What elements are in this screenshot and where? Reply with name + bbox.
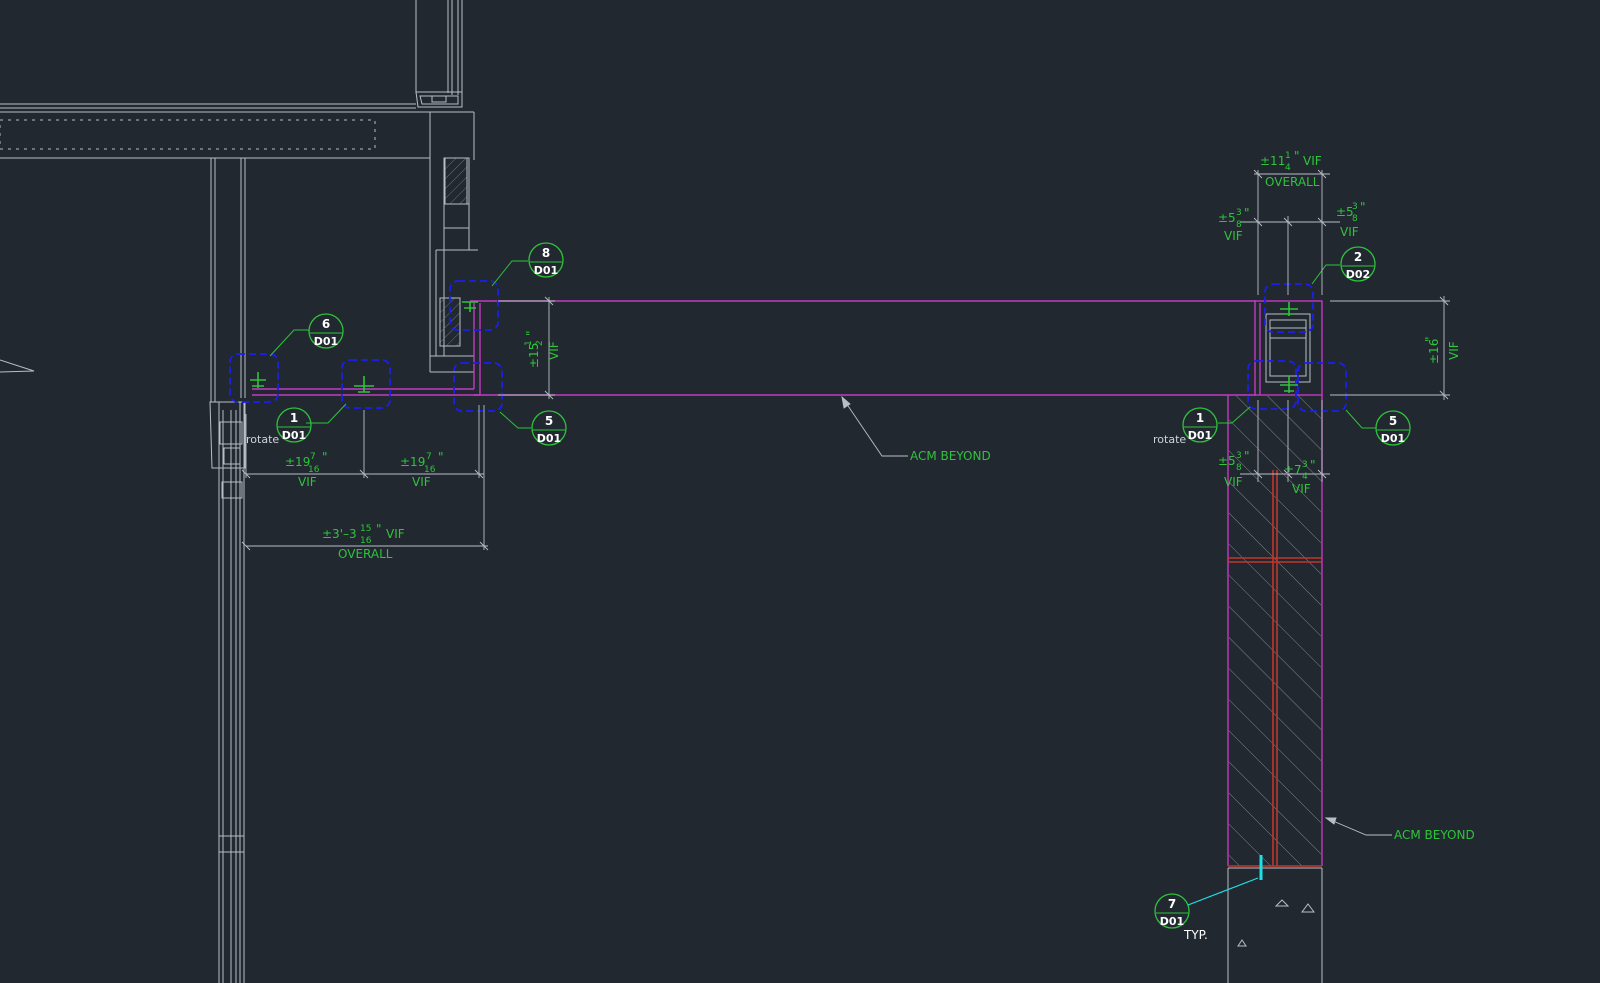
bubble-number: 8 — [542, 246, 550, 260]
svg-text:VIF: VIF — [412, 475, 431, 489]
svg-text:": " — [1244, 206, 1250, 220]
svg-text:7: 7 — [426, 452, 432, 462]
svg-text:": " — [1423, 336, 1437, 342]
svg-text:±5: ±5 — [1218, 211, 1236, 225]
svg-text:15: 15 — [360, 524, 371, 534]
bubble-number: 7 — [1168, 897, 1176, 911]
detail-bubble-5-right[interactable]: 5 D01 — [1375, 410, 1411, 446]
detail-bubble-5-left[interactable]: 5 D01 — [531, 410, 567, 446]
svg-text:±7: ±7 — [1284, 463, 1302, 477]
bubble-sheet: D01 — [1160, 915, 1184, 928]
svg-text:2: 2 — [535, 340, 545, 346]
svg-text:16: 16 — [360, 536, 372, 546]
rotate-label-right: rotate — [1153, 433, 1186, 446]
detail-bubble-1-left[interactable]: 1 D01 — [276, 407, 312, 443]
svg-text:VIF: VIF — [1224, 475, 1243, 489]
detail-bubble-8[interactable]: 8 D01 — [528, 242, 564, 278]
svg-text:VIF: VIF — [547, 341, 561, 360]
svg-text:3: 3 — [1236, 451, 1242, 461]
svg-text:±19: ±19 — [400, 455, 425, 469]
dimension-left-overall: ±3'–3 15 16 " VIF OVERALL — [322, 522, 405, 561]
svg-text:16: 16 — [308, 465, 320, 475]
acm-beyond-note-vertical: ACM BEYOND — [1394, 828, 1475, 842]
svg-text:": " — [376, 522, 382, 536]
svg-text:±5: ±5 — [1218, 454, 1236, 468]
dimension-right-overall: ±11 1 4 " VIF OVERALL — [1260, 149, 1322, 189]
svg-text:OVERALL: OVERALL — [338, 547, 393, 561]
bubble-sheet: D01 — [1381, 432, 1405, 445]
detail-bubble-7[interactable]: 7 D01 — [1154, 893, 1190, 929]
dimension-right-top-b: ±5 3 8 " VIF — [1336, 200, 1366, 239]
acm-panel-outline — [252, 300, 1323, 866]
svg-text:": " — [524, 330, 538, 336]
svg-text:VIF: VIF — [1303, 154, 1322, 168]
svg-text:VIF: VIF — [1292, 482, 1311, 496]
bubble-number: 5 — [1389, 414, 1397, 428]
svg-text:3: 3 — [1302, 460, 1308, 470]
detail-bubble-6[interactable]: 6 D01 — [308, 313, 344, 349]
bubble-number: 2 — [1354, 250, 1362, 264]
callout-box-5-left — [453, 362, 503, 412]
acm-beyond-note-horizontal: ACM BEYOND — [910, 449, 991, 463]
svg-text:±19: ±19 — [285, 455, 310, 469]
svg-text:3: 3 — [1352, 202, 1358, 212]
svg-text:OVERALL: OVERALL — [1265, 175, 1320, 189]
bubble-number: 1 — [290, 411, 298, 425]
callout-box-1-left — [341, 359, 391, 409]
svg-text:±11: ±11 — [1260, 154, 1285, 168]
detail-bubble-1-right[interactable]: 1 D01 — [1182, 407, 1218, 443]
svg-text:VIF: VIF — [1340, 225, 1359, 239]
svg-text:": " — [322, 450, 328, 464]
svg-text:VIF: VIF — [386, 527, 405, 541]
clip-symbols — [250, 301, 1298, 393]
bubble-sheet: D01 — [314, 335, 338, 348]
svg-text:4: 4 — [1285, 163, 1291, 173]
typ-label: TYP. — [1183, 928, 1208, 942]
building-linework — [0, 0, 1323, 983]
bubble-sheet: D01 — [1188, 429, 1212, 442]
bubble-sheet: D02 — [1346, 268, 1370, 281]
svg-text:8: 8 — [1352, 214, 1358, 224]
bubble-sheet: D01 — [537, 432, 561, 445]
dimension-right-top-a: ±5 3 8 " VIF — [1218, 206, 1250, 243]
dimension-left-vertical: ±15 1 2 " VIF — [524, 330, 561, 368]
detail-bubble-2[interactable]: 2 D02 — [1340, 246, 1376, 282]
svg-text:": " — [1310, 458, 1316, 472]
svg-text:": " — [1244, 449, 1250, 463]
svg-text:8: 8 — [1236, 463, 1242, 473]
svg-text:4: 4 — [1302, 472, 1308, 482]
svg-text:": " — [1294, 149, 1300, 163]
svg-text:±3'–3: ±3'–3 — [322, 527, 357, 541]
svg-text:VIF: VIF — [1224, 229, 1243, 243]
bubble-sheet: D01 — [534, 264, 558, 277]
bubble-sheet: D01 — [282, 429, 306, 442]
cad-drawing-canvas[interactable]: 8 D01 6 D01 1 D01 5 D01 2 D02 1 D01 5 D0… — [0, 0, 1600, 983]
dimension-left-19-a: ±19 7 16 " VIF — [285, 450, 328, 489]
svg-text:7: 7 — [310, 452, 316, 462]
dimension-left-19-b: ±19 7 16 " VIF — [400, 450, 444, 489]
svg-text:VIF: VIF — [298, 475, 317, 489]
rotate-label-left: rotate — [246, 433, 279, 446]
bubble-number: 1 — [1196, 411, 1204, 425]
svg-text:": " — [438, 450, 444, 464]
bubble-number: 6 — [322, 317, 330, 331]
dimension-right-vertical: ±16 " VIF — [1423, 336, 1461, 364]
bubble-number: 5 — [545, 414, 553, 428]
svg-text:": " — [1360, 200, 1366, 214]
svg-text:3: 3 — [1236, 208, 1242, 218]
svg-text:VIF: VIF — [1447, 341, 1461, 360]
svg-text:1: 1 — [524, 340, 534, 346]
svg-text:16: 16 — [424, 465, 436, 475]
svg-text:1: 1 — [1285, 151, 1291, 161]
